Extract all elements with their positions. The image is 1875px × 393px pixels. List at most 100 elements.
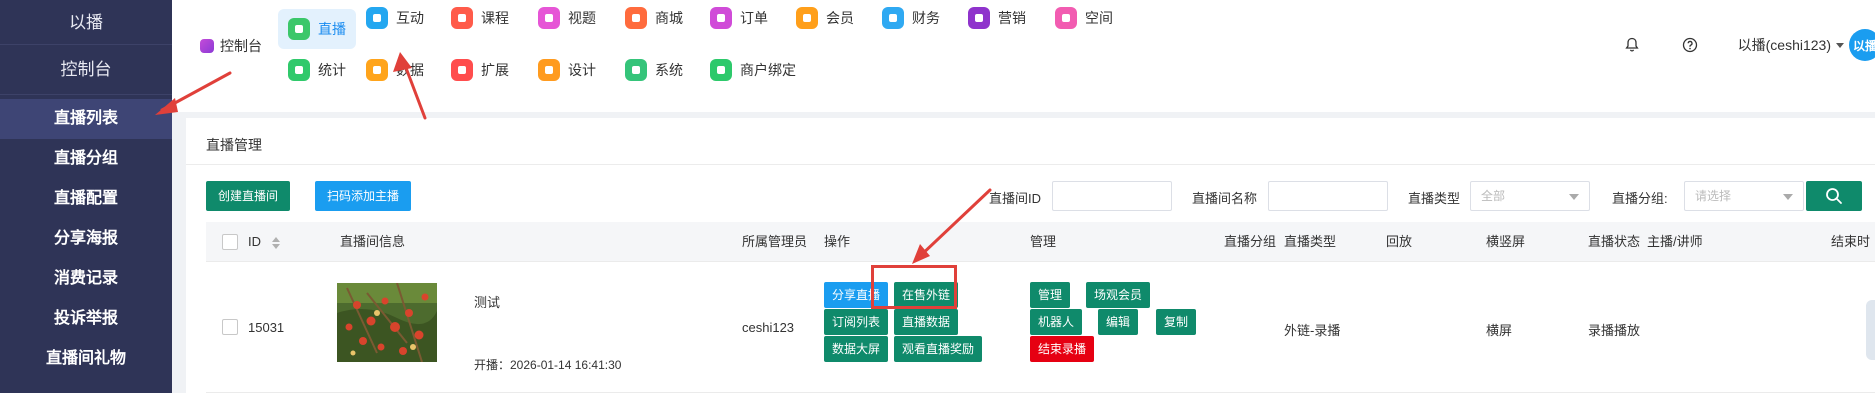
search-button[interactable] [1806,181,1862,211]
nav-item-course[interactable]: 课程 [441,0,519,38]
nav-item-data[interactable]: 数据 [356,50,434,90]
live-group-select[interactable]: 请选择 [1684,181,1804,211]
room-start-time: 开播：2026-01-14 16:41:30 [474,358,622,372]
col-id[interactable]: ID [248,222,281,262]
nav-item-design[interactable]: 设计 [528,50,606,90]
search-icon [1826,188,1842,204]
nav-item-label: 会员 [826,10,854,26]
nav-item-marketing[interactable]: 营销 [958,0,1036,38]
table-row: 15031 测试 开播：2026-01-14 16:41:30 ceshi123… [206,262,1875,393]
room-id-input[interactable] [1052,181,1172,211]
sidebar-item-live-list[interactable]: 直播列表 [0,99,172,139]
sidebar-item-complaints[interactable]: 投诉举报 [0,299,172,339]
manage-button[interactable]: 管理 [1030,282,1071,308]
avatar[interactable]: 以播 [1849,29,1875,61]
col-admin: 所属管理员 [742,234,808,249]
marketing-icon [968,7,990,29]
select-all-checkbox[interactable] [222,234,238,250]
end-recording-button[interactable]: 结束录播 [1030,336,1095,362]
chevron-down-icon [1569,194,1579,200]
scan-add-host-button[interactable]: 扫码添加主播 [315,181,412,211]
bell-icon[interactable] [1622,35,1642,55]
finance-icon [882,7,904,29]
col-type: 直播类型 [1284,234,1337,249]
nav-item-mall[interactable]: 商城 [615,0,693,38]
row-checkbox[interactable] [222,319,238,335]
nav-item-label: 课程 [481,10,509,26]
design-icon [538,59,560,81]
room-thumbnail [337,283,437,362]
nav-item-interact[interactable]: 互动 [356,0,434,38]
row-orientation: 横屏 [1486,323,1513,338]
console-link[interactable]: 控制台 [200,36,262,56]
sidebar-item-gifts[interactable]: 直播间礼物 [0,339,172,379]
nav-item-label: 直播 [318,21,346,37]
row-id: 15031 [248,320,285,335]
space-icon [1055,7,1077,29]
col-replay: 回放 [1386,234,1413,249]
col-status: 直播状态 [1588,234,1641,249]
edit-button[interactable]: 编辑 [1098,309,1139,335]
nav-item-label: 扩展 [481,62,509,78]
room-name-input[interactable] [1268,181,1388,211]
col-room-info: 直播间信息 [340,234,406,249]
caret-down-icon [1836,43,1844,48]
user-menu[interactable]: 以播(ceshi123) [1738,35,1845,55]
nav-item-live[interactable]: 直播 [278,9,356,49]
nav-item-system[interactable]: 系统 [615,50,693,90]
create-room-button[interactable]: 创建直播间 [206,181,291,211]
col-manage: 管理 [1030,234,1057,249]
col-end-time: 结束时 [1831,234,1871,249]
subscription-list-button[interactable]: 订阅列表 [824,309,889,335]
console-icon [200,39,214,53]
help-icon[interactable] [1680,35,1700,55]
watch-reward-button[interactable]: 观看直播奖励 [894,336,983,362]
chevron-down-icon [1783,194,1793,200]
stats-icon [288,59,310,81]
nav-item-finance[interactable]: 财务 [872,0,950,38]
live-data-button[interactable]: 直播数据 [894,309,959,335]
sidebar-item-share-poster[interactable]: 分享海报 [0,219,172,259]
title-divider [186,164,1875,165]
order-icon [710,7,732,29]
live-type-value: 全部 [1481,189,1506,203]
chat-icon [366,7,388,29]
course-icon [451,7,473,29]
nav-item-label: 统计 [318,62,346,78]
col-group: 直播分组 [1224,234,1277,249]
extend-icon [451,59,473,81]
nav-item-members[interactable]: 会员 [786,0,864,38]
sidebar-console[interactable]: 控制台 [0,45,172,95]
row-type: 外链-录播 [1284,323,1341,338]
row-status: 录播播放 [1588,323,1641,338]
robot-button[interactable]: 机器人 [1030,309,1083,335]
sort-icon[interactable] [271,236,281,250]
row-admin: ceshi123 [742,320,795,335]
nav-item-label: 营销 [998,10,1026,26]
table-header: ID 直播间信息 所属管理员 操作 管理 直播分组 直播类型 回放 横竖屏 直播… [206,222,1875,262]
nav-item-orders[interactable]: 订单 [700,0,778,38]
nav-item-quiz[interactable]: 视题 [528,0,606,38]
nav-item-stats[interactable]: 统计 [278,50,356,90]
live-group-label: 直播分组: [1612,191,1668,206]
room-name-label: 直播间名称 [1192,191,1258,206]
copy-button[interactable]: 复制 [1156,309,1197,335]
mall-icon [625,7,647,29]
nav-item-extend[interactable]: 扩展 [441,50,519,90]
live-type-select[interactable]: 全部 [1470,181,1590,211]
nav-item-label: 视题 [568,10,596,26]
audience-members-button[interactable]: 场观会员 [1086,282,1151,308]
nav-item-label: 互动 [396,10,424,26]
nav-item-merchant-bind[interactable]: 商户绑定 [700,50,806,90]
sidebar-item-live-group[interactable]: 直播分组 [0,139,172,179]
data-screen-button[interactable]: 数据大屏 [824,336,889,362]
merchant-icon [710,59,732,81]
sidebar-item-live-config[interactable]: 直播配置 [0,179,172,219]
room-id-label: 直播间ID [989,191,1042,206]
sidebar-item-consume-records[interactable]: 消费记录 [0,259,172,299]
col-orientation: 横竖屏 [1486,234,1526,249]
room-name: 测试 [474,295,501,310]
scrollbar-edge[interactable] [1866,300,1875,360]
nav-item-space[interactable]: 空间 [1045,0,1123,38]
console-label: 控制台 [220,38,262,54]
